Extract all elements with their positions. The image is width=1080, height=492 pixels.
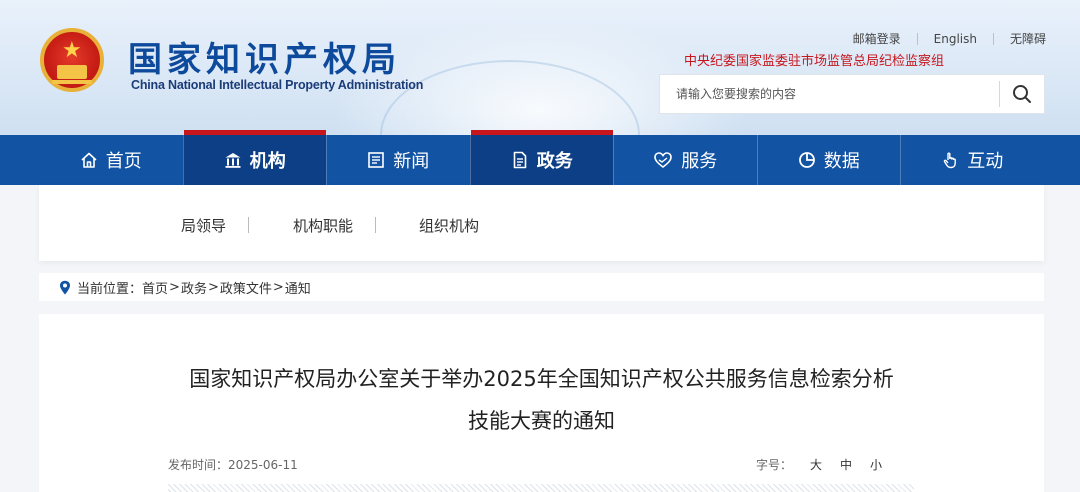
search-input[interactable] bbox=[660, 75, 999, 113]
article-title-line-2: 技能大赛的通知 bbox=[468, 409, 615, 433]
nav-item-government-affairs[interactable]: 政务 bbox=[469, 130, 613, 185]
article-title-line-1: 国家知识产权局办公室关于举办2025年全国知识产权公共服务信息检索分析 bbox=[189, 367, 894, 391]
submenu-item-leadership[interactable]: 局领导 bbox=[181, 215, 226, 236]
font-size-control: 字号： 大 中 小 bbox=[756, 456, 882, 473]
nav-item-label: 数据 bbox=[823, 151, 860, 172]
submenu-item-functions[interactable]: 机构职能 bbox=[293, 215, 353, 236]
breadcrumb-notice[interactable]: 通知 bbox=[285, 278, 311, 297]
discipline-notice-link[interactable]: 中央纪委国家监委驻市场监管总局纪检监察组 bbox=[684, 50, 944, 69]
breadcrumb-home[interactable]: 首页 bbox=[142, 278, 168, 297]
submenu-divider bbox=[375, 217, 376, 233]
breadcrumb-policy-documents[interactable]: 政策文件 bbox=[220, 278, 272, 297]
breadcrumb-government-affairs[interactable]: 政务 bbox=[181, 278, 207, 297]
news-icon bbox=[368, 152, 385, 168]
article-title: 国家知识产权局办公室关于举办2025年全国知识产权公共服务信息检索分析 技能大赛… bbox=[139, 358, 944, 442]
search-button[interactable] bbox=[1000, 75, 1044, 113]
nav-item-label: 首页 bbox=[105, 151, 142, 172]
article-panel: 国家知识产权局办公室关于举办2025年全国知识产权公共服务信息检索分析 技能大赛… bbox=[39, 314, 1044, 492]
nav-item-label: 新闻 bbox=[393, 151, 430, 172]
main-nav: 首页 机构 新闻 政务 服务 数据 互动 bbox=[0, 130, 1080, 185]
institution-submenu: 局领导 机构职能 组织机构 bbox=[39, 185, 1044, 261]
nav-item-data[interactable]: 数据 bbox=[756, 135, 901, 185]
nav-item-institution[interactable]: 机构 bbox=[182, 130, 326, 185]
search-icon bbox=[1013, 85, 1031, 103]
font-size-label: 字号： bbox=[755, 458, 792, 472]
top-links: 邮箱登录 English 无障碍 bbox=[837, 30, 1046, 47]
nav-item-home[interactable]: 首页 bbox=[39, 135, 183, 185]
accessibility-link[interactable]: 无障碍 bbox=[994, 30, 1046, 47]
national-emblem-icon[interactable]: ★ bbox=[40, 28, 104, 92]
breadcrumb-separator: > bbox=[272, 279, 284, 295]
nav-item-services[interactable]: 服务 bbox=[613, 135, 757, 185]
hand-pointer-icon bbox=[943, 152, 957, 169]
publish-info: 发布时间：2025-06-11 bbox=[168, 456, 298, 473]
location-pin-icon bbox=[60, 280, 70, 294]
site-header: ★ 国家知识产权局 China National Intellectual Pr… bbox=[0, 0, 1080, 135]
nav-item-interaction[interactable]: 互动 bbox=[900, 135, 1044, 185]
nav-item-news[interactable]: 新闻 bbox=[326, 135, 470, 185]
publish-label: 发布时间： bbox=[168, 458, 229, 472]
breadcrumb: 当前位置： 首页 > 政务 > 政策文件 > 通知 bbox=[39, 273, 1044, 301]
breadcrumb-separator: > bbox=[207, 279, 219, 295]
home-icon bbox=[81, 152, 97, 168]
font-size-medium-button[interactable]: 中 bbox=[840, 456, 852, 473]
search-box bbox=[659, 74, 1045, 114]
heart-hand-icon bbox=[654, 152, 673, 169]
pie-chart-icon bbox=[798, 152, 815, 168]
submenu-divider bbox=[248, 217, 249, 233]
breadcrumb-label: 当前位置： bbox=[77, 281, 143, 297]
nav-item-label: 机构 bbox=[249, 151, 286, 172]
document-icon bbox=[513, 151, 527, 169]
breadcrumb-separator: > bbox=[169, 279, 180, 295]
hatched-divider bbox=[168, 484, 914, 492]
site-subtitle: China National Intellectual Property Adm… bbox=[131, 78, 424, 92]
submenu-item-organization[interactable]: 组织机构 bbox=[419, 215, 479, 236]
mail-login-link[interactable]: 邮箱登录 bbox=[837, 30, 917, 47]
institution-icon bbox=[225, 153, 241, 168]
nav-item-label: 服务 bbox=[681, 151, 718, 172]
publish-date: 2025-06-11 bbox=[228, 458, 298, 472]
english-link[interactable]: English bbox=[918, 32, 993, 46]
nav-item-label: 互动 bbox=[967, 151, 1004, 172]
nav-item-label: 政务 bbox=[536, 151, 573, 172]
font-size-large-button[interactable]: 大 bbox=[810, 456, 822, 473]
font-size-small-button[interactable]: 小 bbox=[870, 456, 882, 473]
site-title[interactable]: 国家知识产权局 bbox=[128, 32, 401, 81]
